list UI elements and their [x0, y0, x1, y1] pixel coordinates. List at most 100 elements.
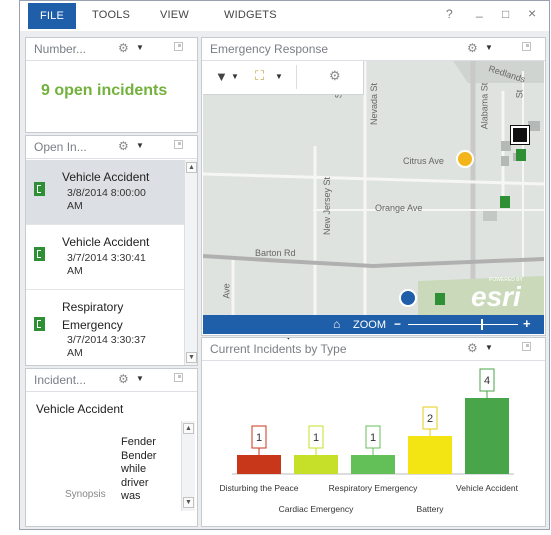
incident-list-item[interactable]: Vehicle Accident 3/8/2014 8:00:00 AM — [26, 160, 185, 225]
chart-value-label: 1 — [370, 432, 376, 444]
map-panel-header: Emergency Response ⚙ ▼ — [202, 38, 545, 61]
chart-bar[interactable] — [237, 455, 281, 474]
zoom-slider[interactable] — [408, 324, 518, 325]
hospital-marker-icon[interactable] — [399, 289, 417, 307]
road-label-ave: Ave — [221, 283, 232, 299]
chevron-down-icon[interactable]: ▼ — [485, 43, 493, 52]
scroll-up-icon[interactable]: ▲ — [186, 162, 197, 173]
incident-icon — [34, 317, 45, 331]
incident-marker-icon[interactable] — [456, 150, 474, 168]
chart-value-label: 1 — [256, 432, 262, 444]
maximize-button[interactable]: □ — [502, 7, 509, 21]
chevron-down-icon[interactable]: ▼ — [136, 43, 144, 52]
map-view[interactable]: Nevada St New Jersey St Alabama St Citru… — [203, 61, 544, 315]
menu-file[interactable]: FILE — [28, 3, 77, 29]
synopsis-value: Fender Bender while driver was — [121, 436, 157, 502]
incident-list-item[interactable]: Vehicle Accident 3/7/2014 3:30:41 AM — [26, 225, 185, 290]
chart-category-label: Battery — [417, 504, 445, 514]
scroll-down-icon[interactable]: ▼ — [183, 497, 194, 508]
road-label-new-jersey: New Jersey St — [322, 176, 333, 236]
scroll-down-icon[interactable]: ▼ — [186, 352, 197, 363]
menu-bar: FILE TOOLS VIEW WIDGETS ? _ □ × — [20, 1, 549, 31]
road-label-nevada: Nevada St — [369, 82, 380, 126]
incidents-bar-chart: 1 Disturbing the Peace 1 Cardiac Emergency 1… — [220, 368, 519, 514]
incident-date: 3/7/2014 3:30:37 AM — [67, 334, 146, 359]
minimize-button[interactable]: _ — [476, 4, 483, 18]
toolbar-divider — [296, 65, 297, 89]
menu-tools[interactable]: TOOLS — [92, 9, 130, 21]
chart-category-label: Cardiac Emergency — [279, 504, 354, 514]
pin-icon[interactable] — [174, 140, 183, 149]
road-label-citrus: Citrus Ave — [403, 156, 444, 166]
gear-icon[interactable]: ⚙ — [467, 341, 478, 355]
incident-marker-icon[interactable] — [435, 293, 445, 305]
detail-scrollbar[interactable]: ▲ ▼ — [181, 421, 195, 511]
number-panel: Number... ⚙ ▼ 9 open incidents — [25, 37, 198, 133]
zoom-slider-handle[interactable] — [481, 319, 483, 330]
help-button[interactable]: ? — [446, 7, 453, 21]
incident-marker-icon[interactable] — [500, 196, 510, 208]
zoom-out-button[interactable]: − — [394, 317, 401, 331]
zoom-bar: ⌂ ZOOM − + — [203, 315, 544, 334]
map-toolbar: ▼ ▼ ⛶ ▼ ⚙ — [203, 61, 364, 95]
incident-detail-heading: Vehicle Accident — [36, 402, 124, 416]
chart-bar[interactable] — [408, 436, 452, 474]
open-incidents-panel: Open In... ⚙ ▼ Vehicle Accident 3/8/2014… — [25, 135, 198, 366]
chart-bar[interactable] — [294, 455, 338, 474]
chevron-down-icon[interactable]: ▼ — [231, 72, 239, 81]
chart-category-label: Vehicle Accident — [456, 483, 519, 493]
incident-list-item[interactable]: Respiratory Emergency 3/7/2014 3:30:37 AM — [26, 290, 185, 365]
filter-icon[interactable]: ▼ — [215, 69, 228, 84]
chevron-down-icon[interactable]: ▼ — [136, 141, 144, 150]
menu-widgets[interactable]: WIDGETS — [224, 9, 277, 21]
chart-category-label: Respiratory Emergency — [329, 483, 419, 493]
chevron-down-icon[interactable]: ▼ — [485, 343, 493, 352]
list-scrollbar[interactable]: ▲ ▼ — [184, 160, 197, 365]
gear-icon[interactable]: ⚙ — [118, 139, 129, 153]
road-label-orange: Orange Ave — [375, 203, 423, 213]
app-window: FILE TOOLS VIEW WIDGETS ? _ □ × Number..… — [19, 0, 550, 530]
synopsis-label: Synopsis — [65, 489, 106, 500]
incident-date: 3/8/2014 8:00:00 AM — [67, 187, 146, 212]
menu-view[interactable]: VIEW — [160, 9, 189, 21]
vehicle-marker-icon[interactable] — [510, 125, 530, 145]
chart-panel-title: Current Incidents by Type — [210, 342, 347, 356]
number-panel-title: Number... — [34, 42, 87, 56]
zoom-in-button[interactable]: + — [523, 316, 531, 331]
layers-icon[interactable]: ⛶ — [255, 68, 264, 84]
chart-panel: Current Incidents by Type ⚙ ▼ ↕ 1 Disturb… — [201, 337, 546, 527]
incident-detail-header: Incident... ⚙ ▼ — [26, 369, 197, 392]
gear-icon[interactable]: ⚙ — [118, 41, 129, 55]
open-incidents-header: Open In... ⚙ ▼ — [26, 136, 197, 159]
road-label-barton: Barton Rd — [255, 248, 296, 258]
home-icon[interactable]: ⌂ — [333, 317, 340, 331]
chart-panel-header: Current Incidents by Type ⚙ ▼ — [202, 338, 545, 361]
pin-icon[interactable] — [174, 42, 183, 51]
gear-icon[interactable]: ⚙ — [329, 68, 341, 84]
chevron-down-icon[interactable]: ▼ — [136, 374, 144, 383]
chart-bar[interactable] — [465, 398, 509, 474]
incident-date: 3/7/2014 3:30:41 AM — [67, 252, 146, 277]
incident-marker-icon[interactable] — [516, 149, 526, 161]
incident-icon — [34, 182, 45, 196]
incident-detail-title: Incident... — [34, 373, 87, 387]
pin-icon[interactable] — [522, 342, 531, 351]
open-incidents-title: Open In... — [34, 140, 87, 154]
close-button[interactable]: × — [528, 5, 536, 21]
pin-icon[interactable] — [174, 373, 183, 382]
chart-category-label: Disturbing the Peace — [220, 483, 299, 493]
resize-cursor-icon: ↕ — [285, 338, 292, 342]
chevron-down-icon[interactable]: ▼ — [275, 72, 283, 81]
chart-bar[interactable] — [351, 455, 395, 474]
pin-icon[interactable] — [522, 42, 531, 51]
gear-icon[interactable]: ⚙ — [467, 41, 478, 55]
open-incidents-count: 9 open incidents — [41, 82, 168, 99]
gear-icon[interactable]: ⚙ — [118, 372, 129, 386]
incident-type: Vehicle Accident — [62, 170, 150, 184]
zoom-label: ZOOM — [353, 319, 386, 331]
chart-value-label: 4 — [484, 375, 490, 387]
esri-logo: esri — [471, 281, 521, 312]
scroll-up-icon[interactable]: ▲ — [183, 423, 194, 434]
chart-value-label: 2 — [427, 413, 433, 425]
chart-value-label: 1 — [313, 432, 319, 444]
